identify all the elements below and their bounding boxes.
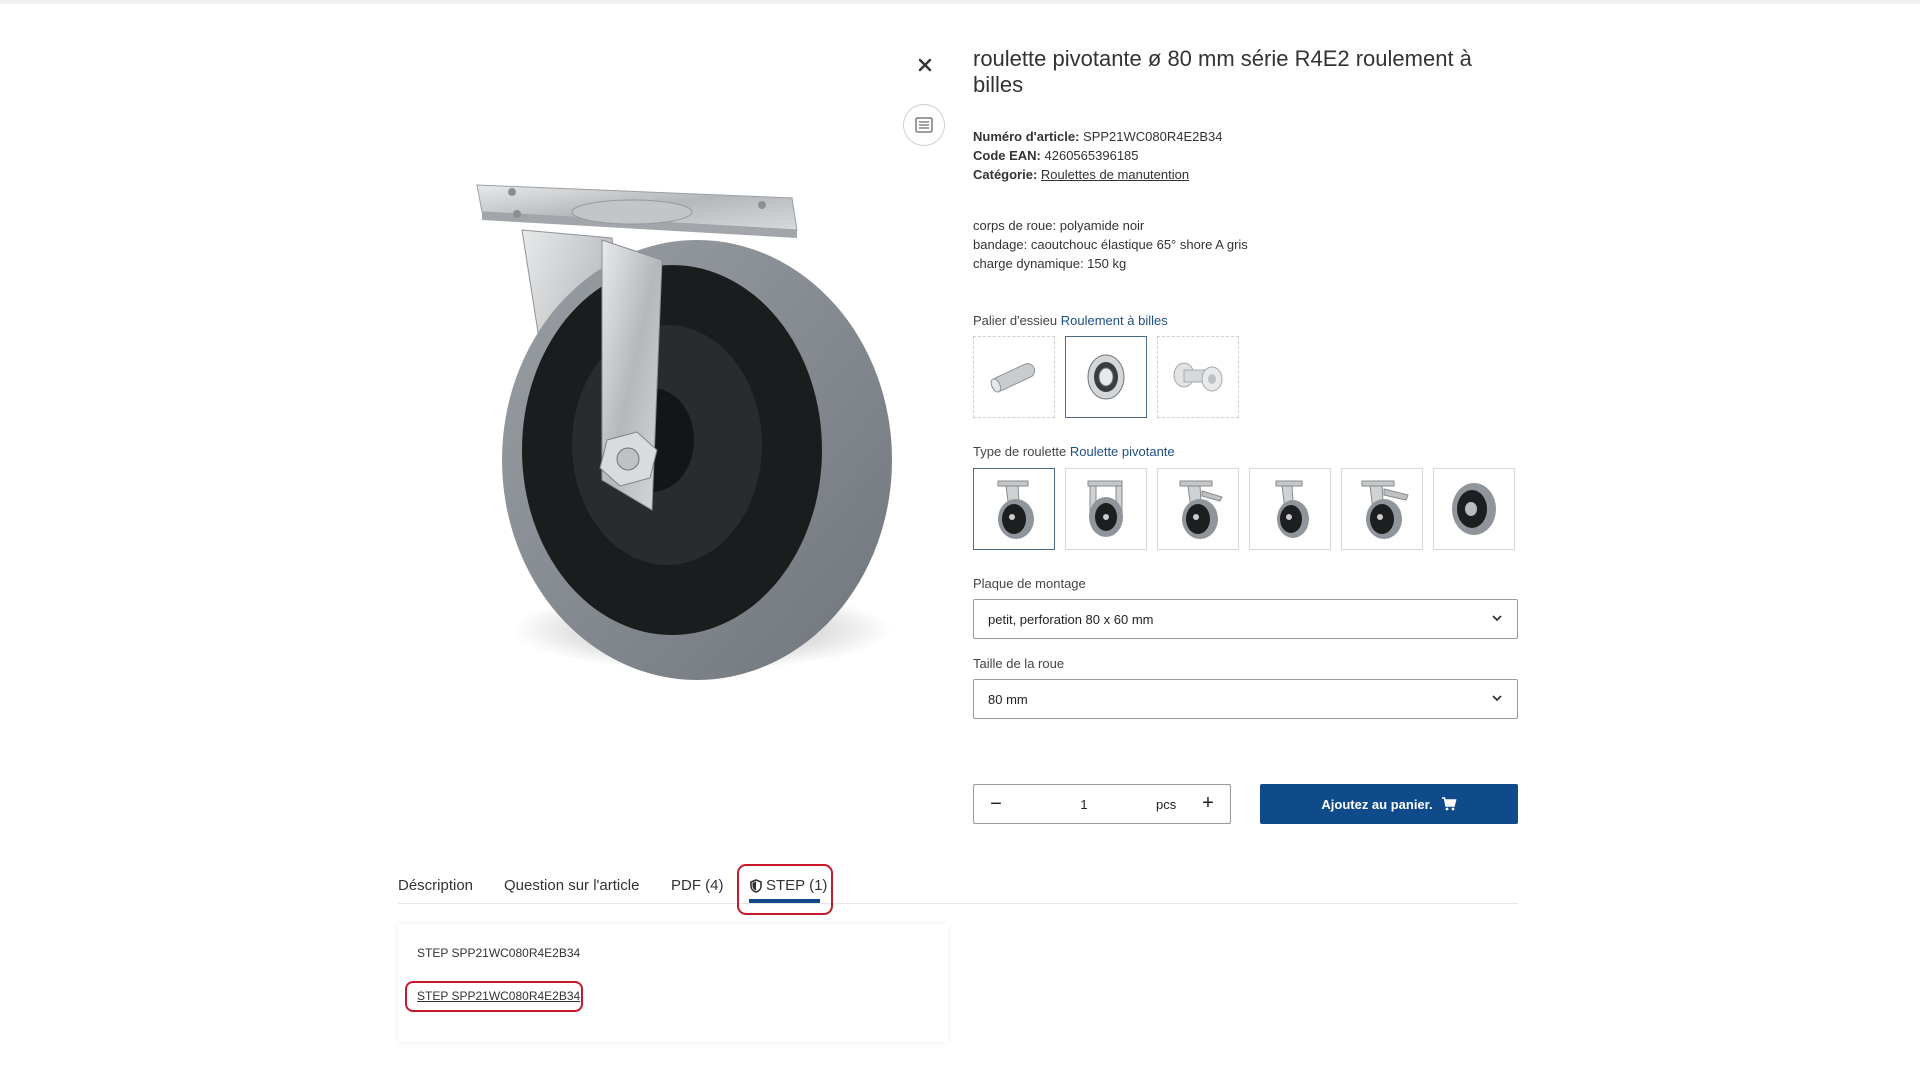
- bearing-label: Palier d'essieu: [973, 313, 1058, 328]
- caster-type-tile-fixed[interactable]: [1065, 468, 1147, 550]
- category-label: Catégorie:: [973, 167, 1038, 182]
- bearing-selected-value: Roulement à billes: [1060, 313, 1168, 328]
- bearing-tile-ball[interactable]: [1065, 336, 1147, 418]
- mounting-plate-label: Plaque de montage: [973, 576, 1086, 591]
- caster-type-label: Type de roulette: [973, 444, 1067, 459]
- spec-list-button[interactable]: [903, 104, 945, 146]
- product-image: [452, 150, 912, 695]
- article-number-label: Numéro d'article:: [973, 129, 1080, 144]
- highlight-annotation-tab: [737, 864, 833, 915]
- caster-type-tile-wheel-only[interactable]: [1433, 468, 1515, 550]
- mounting-plate-value: petit, perforation 80 x 60 mm: [988, 611, 1154, 627]
- quantity-value[interactable]: 1: [1074, 797, 1094, 812]
- cart-icon: [1441, 797, 1457, 811]
- product-title: roulette pivotante ø 80 mm série R4E2 ro…: [973, 46, 1472, 97]
- quantity-unit: pcs: [1156, 797, 1177, 812]
- wheel-size-select[interactable]: 80 mm: [973, 679, 1518, 719]
- tab-divider: [398, 903, 1518, 904]
- top-border: [0, 0, 1920, 4]
- quantity-stepper[interactable]: − 1 pcs +: [973, 784, 1231, 824]
- bearing-tile-plain[interactable]: [1157, 336, 1239, 418]
- tab-pdf[interactable]: PDF (4): [671, 877, 724, 894]
- caster-type-selected-value: Roulette pivotante: [1069, 444, 1175, 459]
- description-line: bandage: caoutchouc élastique 65° shore …: [973, 237, 1248, 252]
- tab-description[interactable]: Déscription: [398, 877, 473, 894]
- product-meta: Numéro d'article: SPP21WC080R4E2B34 Code…: [973, 127, 1223, 184]
- caster-type-tile-swivel-variant[interactable]: [1249, 468, 1331, 550]
- caster-type-tile-swivel-brake[interactable]: [1157, 468, 1239, 550]
- chevron-down-icon: [1492, 695, 1502, 702]
- add-to-cart-button[interactable]: Ajoutez au panier.: [1260, 784, 1518, 824]
- add-to-cart-label: Ajoutez au panier.: [1321, 796, 1433, 812]
- caster-type-tile-swivel[interactable]: [973, 468, 1055, 550]
- ean-value: 4260565396185: [1044, 148, 1139, 163]
- bearing-tile-roller[interactable]: [973, 336, 1055, 418]
- description-line: corps de roue: polyamide noir: [973, 218, 1145, 233]
- ean-label: Code EAN:: [973, 148, 1041, 163]
- description-line: charge dynamique: 150 kg: [973, 256, 1127, 271]
- product-description: corps de roue: polyamide noir bandage: c…: [973, 216, 1248, 273]
- bearing-option-label: Palier d'essieu Roulement à billes: [973, 313, 1168, 328]
- close-icon[interactable]: [912, 52, 938, 78]
- mounting-plate-select[interactable]: petit, perforation 80 x 60 mm: [973, 599, 1518, 639]
- decrease-quantity-button[interactable]: −: [988, 793, 1004, 816]
- highlight-annotation-link: [405, 981, 583, 1012]
- wheel-size-label: Taille de la roue: [973, 656, 1065, 671]
- chevron-down-icon: [1492, 615, 1502, 622]
- wheel-size-value: 80 mm: [988, 691, 1028, 707]
- list-icon: [915, 117, 933, 133]
- article-number-value: SPP21WC080R4E2B34: [1083, 129, 1223, 144]
- tab-question[interactable]: Question sur l'article: [504, 877, 639, 894]
- increase-quantity-button[interactable]: +: [1200, 792, 1216, 815]
- step-file-title: STEP SPP21WC080R4E2B34: [417, 946, 581, 960]
- caster-type-tile-total-lock[interactable]: [1341, 468, 1423, 550]
- caster-type-option-label: Type de roulette Roulette pivotante: [973, 444, 1175, 459]
- category-link[interactable]: Roulettes de manutention: [1041, 167, 1189, 182]
